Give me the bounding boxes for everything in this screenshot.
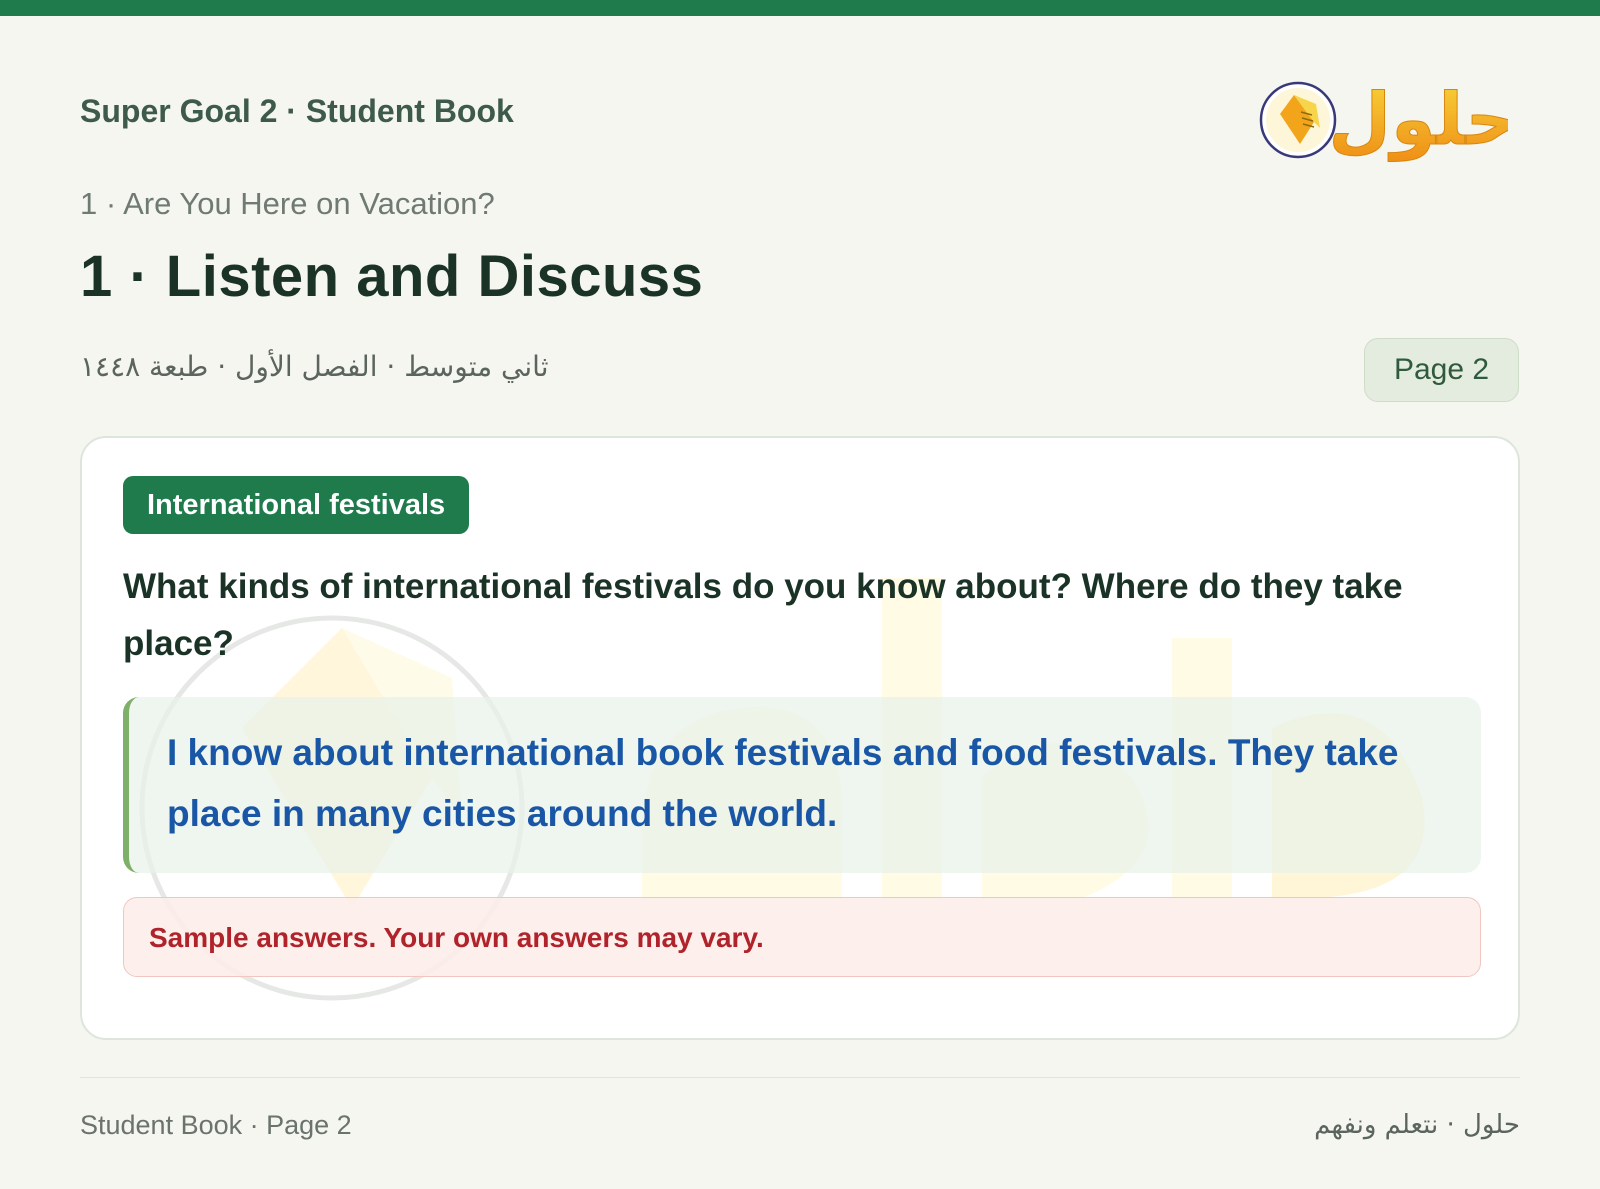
note-text: Sample answers. Your own answers may var… [149,922,764,953]
question-text: What kinds of international festivals do… [123,567,1403,663]
top-accent-bar [0,0,1600,16]
hulul-logo: حلول [1259,77,1508,163]
footer-right: حلول · نتعلم ونفهم [1314,1110,1520,1140]
book-circle-icon [1259,81,1337,159]
answer-text: I know about international book festival… [167,732,1399,834]
footer-divider [80,1077,1520,1078]
exercise-card: International festivals What kinds of in… [80,436,1520,1040]
unit-line: 1 · Are You Here on Vacation? [80,186,495,221]
footer-left: Student Book · Page 2 [80,1110,352,1140]
note-box: Sample answers. Your own answers may var… [123,897,1481,977]
page-title: 1 · Listen and Discuss [80,244,704,309]
logo-wordmark: حلول [1329,77,1508,162]
book-title: Super Goal 2 · Student Book [80,93,514,129]
page-badge: Page 2 [1364,338,1519,402]
answer-box: I know about international book festival… [123,697,1481,873]
grade-line: ثاني متوسط · الفصل الأول · طبعة ١٤٤٨ [80,350,549,383]
topic-tag: International festivals [123,476,470,534]
